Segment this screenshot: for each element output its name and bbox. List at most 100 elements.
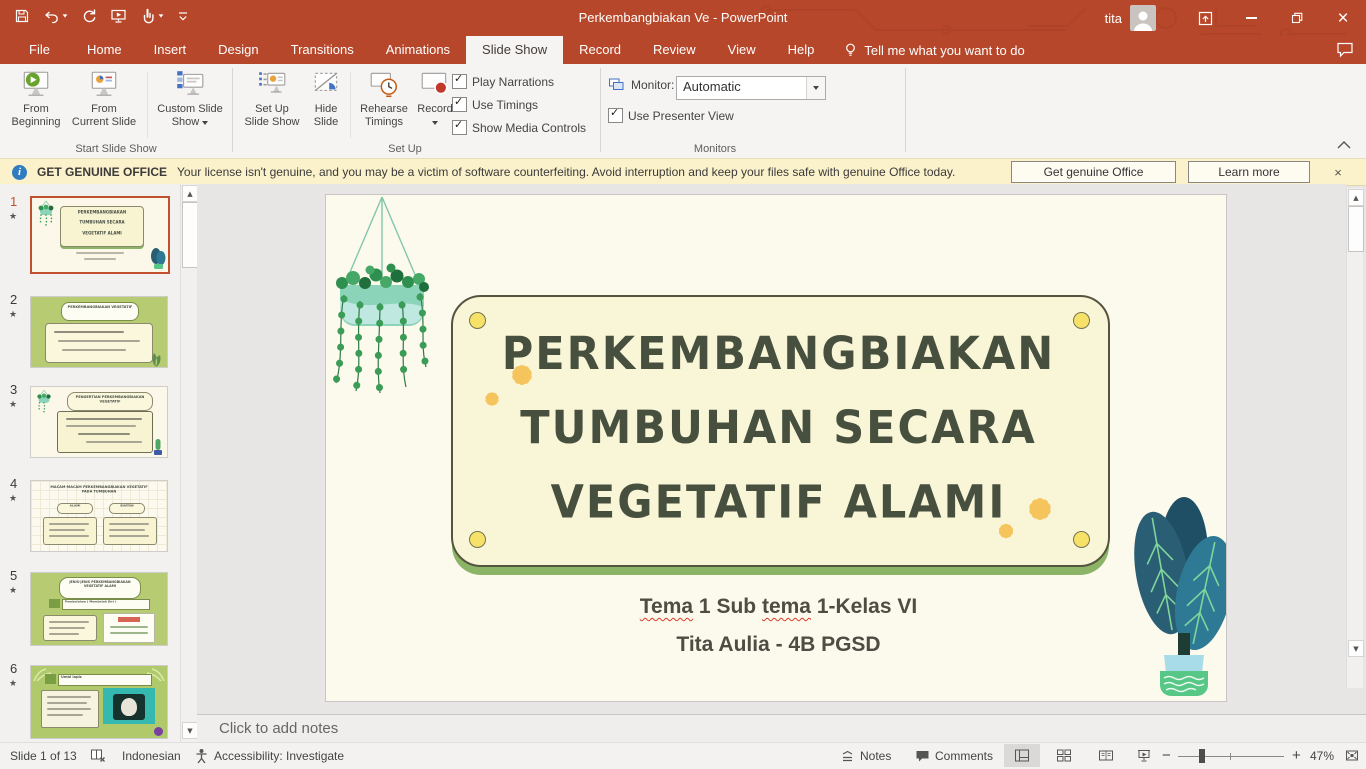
slide-number: 5 bbox=[10, 568, 17, 583]
animation-star-icon[interactable]: ★ bbox=[9, 400, 17, 410]
slide-thumbnail-3[interactable]: PENGERTIAN PERKEMBANGBIAKAN VEGETATIF bbox=[30, 386, 168, 458]
scrollbar-thumb[interactable] bbox=[1348, 206, 1364, 252]
title-bar: Perkembangbiakan Ve - PowerPoint tita × bbox=[0, 0, 1366, 36]
potted-plant-graphic bbox=[1132, 481, 1227, 702]
mini-number-chip bbox=[49, 599, 60, 608]
feedback-comment-icon[interactable] bbox=[1336, 41, 1354, 58]
zoom-percentage[interactable]: 47% bbox=[1310, 743, 1334, 768]
scroll-down-icon[interactable]: ▼ bbox=[182, 722, 198, 739]
ribbon-display-options-button[interactable] bbox=[1182, 0, 1228, 36]
slide-subtitle-textbox[interactable]: Tema 1 Sub tema 1-Kelas VI Tita Aulia - … bbox=[451, 593, 1106, 659]
accessibility-status[interactable]: Accessibility: Investigate bbox=[214, 743, 344, 768]
divider bbox=[232, 68, 233, 152]
set-up-slide-show-button[interactable]: Set UpSlide Show bbox=[240, 68, 304, 138]
normal-view-button[interactable] bbox=[1004, 744, 1040, 767]
mini-caption-line bbox=[76, 252, 124, 254]
monitor-dropdown[interactable]: Automatic bbox=[676, 76, 826, 100]
tab-help[interactable]: Help bbox=[772, 36, 831, 64]
tab-animations[interactable]: Animations bbox=[370, 36, 466, 64]
slide-thumbnail-6[interactable]: Umbi lapis bbox=[30, 665, 168, 739]
get-genuine-office-button[interactable]: Get genuine Office bbox=[1011, 161, 1176, 183]
tab-transitions[interactable]: Transitions bbox=[275, 36, 370, 64]
minimize-button[interactable] bbox=[1228, 0, 1274, 36]
slide-title-textbox[interactable]: PERKEMBANGBIAKAN TUMBUHAN SECARA VEGETAT… bbox=[451, 317, 1106, 540]
use-timings-checkbox[interactable]: ✓Use Timings bbox=[452, 97, 538, 112]
tell-me-box[interactable]: Tell me what you want to do bbox=[844, 36, 1024, 64]
slide-number: 3 bbox=[10, 382, 17, 397]
zoom-in-button[interactable]: + bbox=[1292, 743, 1301, 768]
scrollbar-thumb[interactable] bbox=[182, 202, 198, 268]
from-beginning-button[interactable]: FromBeginning bbox=[8, 68, 64, 138]
slide-thumbnail-2[interactable]: PERKEMBANGBIAKAN VEGETATIF bbox=[30, 296, 168, 368]
record-icon bbox=[419, 68, 451, 100]
play-narrations-checkbox[interactable]: ✓Play Narrations bbox=[452, 74, 554, 89]
custom-slide-show-button[interactable]: Custom Slide Show bbox=[151, 68, 229, 138]
show-media-controls-checkbox[interactable]: ✓Show Media Controls bbox=[452, 120, 586, 135]
main-scrollbar[interactable]: ▲ ▼ bbox=[1346, 188, 1363, 688]
tab-home[interactable]: Home bbox=[71, 36, 138, 64]
tab-file[interactable]: File bbox=[8, 36, 71, 64]
zoom-out-button[interactable]: − bbox=[1162, 743, 1171, 768]
animation-star-icon[interactable]: ★ bbox=[9, 212, 17, 222]
use-presenter-view-checkbox[interactable]: ✓Use Presenter View bbox=[608, 108, 734, 123]
slide-sorter-view-button[interactable] bbox=[1046, 744, 1082, 767]
reading-view-button[interactable] bbox=[1088, 744, 1124, 767]
zoom-slider-thumb[interactable] bbox=[1199, 749, 1205, 763]
slide-canvas[interactable]: PERKEMBANGBIAKAN TUMBUHAN SECARA VEGETAT… bbox=[325, 194, 1227, 702]
language-indicator[interactable]: Indonesian bbox=[122, 743, 181, 768]
rehearse-timings-button[interactable]: RehearseTimings bbox=[354, 68, 414, 138]
animation-star-icon[interactable]: ★ bbox=[9, 586, 17, 596]
status-bar: Slide 1 of 13 Indonesian Accessibility: … bbox=[0, 742, 1366, 769]
avatar[interactable] bbox=[1130, 5, 1156, 31]
dropdown-arrow-icon[interactable] bbox=[806, 77, 825, 99]
learn-more-button[interactable]: Learn more bbox=[1188, 161, 1310, 183]
close-button[interactable]: × bbox=[1320, 0, 1366, 36]
group-label-start-slide-show: Start Slide Show bbox=[0, 143, 232, 155]
notes-pane[interactable]: Click to add notes bbox=[197, 714, 1366, 743]
monitor-row: Monitor: bbox=[608, 77, 674, 93]
subtitle-line-2: Tita Aulia - 4B PGSD bbox=[451, 631, 1106, 659]
hide-slide-button[interactable]: HideSlide bbox=[305, 68, 347, 138]
zoom-slider[interactable] bbox=[1178, 743, 1284, 768]
tab-record[interactable]: Record bbox=[563, 36, 637, 64]
animation-star-icon[interactable]: ★ bbox=[9, 494, 17, 504]
tab-insert[interactable]: Insert bbox=[138, 36, 203, 64]
monitor-label: Monitor: bbox=[631, 78, 674, 92]
from-current-slide-icon bbox=[88, 68, 120, 100]
tab-slide-show[interactable]: Slide Show bbox=[466, 36, 563, 64]
slide-thumbnail-1[interactable]: PERKEMBANGBIAKAN TUMBUHAN SECARA VEGETAT… bbox=[30, 196, 170, 274]
title-line-2: TUMBUHAN SECARA bbox=[451, 391, 1106, 465]
slide-thumbnail-4[interactable]: MACAM-MACAM PERKEMBANGBIAKAN VEGETATIF P… bbox=[30, 480, 168, 552]
comments-toggle[interactable]: Comments bbox=[915, 743, 993, 768]
tab-design[interactable]: Design bbox=[202, 36, 274, 64]
user-name[interactable]: tita bbox=[1105, 11, 1122, 26]
record-slideshow-button[interactable]: Record bbox=[414, 68, 456, 138]
group-label-set-up: Set Up bbox=[240, 143, 570, 155]
accessibility-icon[interactable] bbox=[194, 743, 209, 768]
fit-to-window-button[interactable] bbox=[1344, 743, 1360, 768]
notice-close-icon[interactable]: × bbox=[1310, 165, 1366, 180]
tab-view[interactable]: View bbox=[712, 36, 772, 64]
spellcheck-icon[interactable] bbox=[90, 743, 106, 768]
restore-button[interactable] bbox=[1274, 0, 1320, 36]
thumbnail-scrollbar[interactable]: ▲ ▼ bbox=[180, 184, 197, 742]
notes-toggle[interactable]: Notes bbox=[840, 743, 891, 768]
slide-workspace: PERKEMBANGBIAKAN TUMBUHAN SECARA VEGETAT… bbox=[197, 184, 1346, 714]
from-current-slide-button[interactable]: FromCurrent Slide bbox=[64, 68, 144, 138]
collapse-ribbon-button[interactable] bbox=[1336, 140, 1352, 150]
ribbon-tab-row: File Home Insert Design Transitions Anim… bbox=[0, 36, 1366, 64]
notes-placeholder[interactable]: Click to add notes bbox=[219, 720, 338, 737]
info-icon: i bbox=[12, 165, 27, 180]
mini-content-box bbox=[45, 323, 153, 363]
tab-review[interactable]: Review bbox=[637, 36, 712, 64]
slide-show-view-button[interactable] bbox=[1126, 744, 1162, 767]
animation-star-icon[interactable]: ★ bbox=[9, 679, 17, 689]
scroll-up-icon[interactable]: ▲ bbox=[182, 185, 198, 202]
mini-title-board: PERKEMBANGBIAKAN TUMBUHAN SECARA VEGETAT… bbox=[60, 206, 144, 247]
slide-counter[interactable]: Slide 1 of 13 bbox=[10, 743, 77, 768]
scroll-down-icon[interactable]: ▼ bbox=[1348, 640, 1364, 657]
slide-thumbnail-5[interactable]: JENIS-JENIS PERKEMBANGBIAKAN VEGETATIF A… bbox=[30, 572, 168, 646]
animation-star-icon[interactable]: ★ bbox=[9, 310, 17, 320]
divider bbox=[905, 68, 906, 152]
scroll-up-icon[interactable]: ▲ bbox=[1348, 189, 1364, 206]
